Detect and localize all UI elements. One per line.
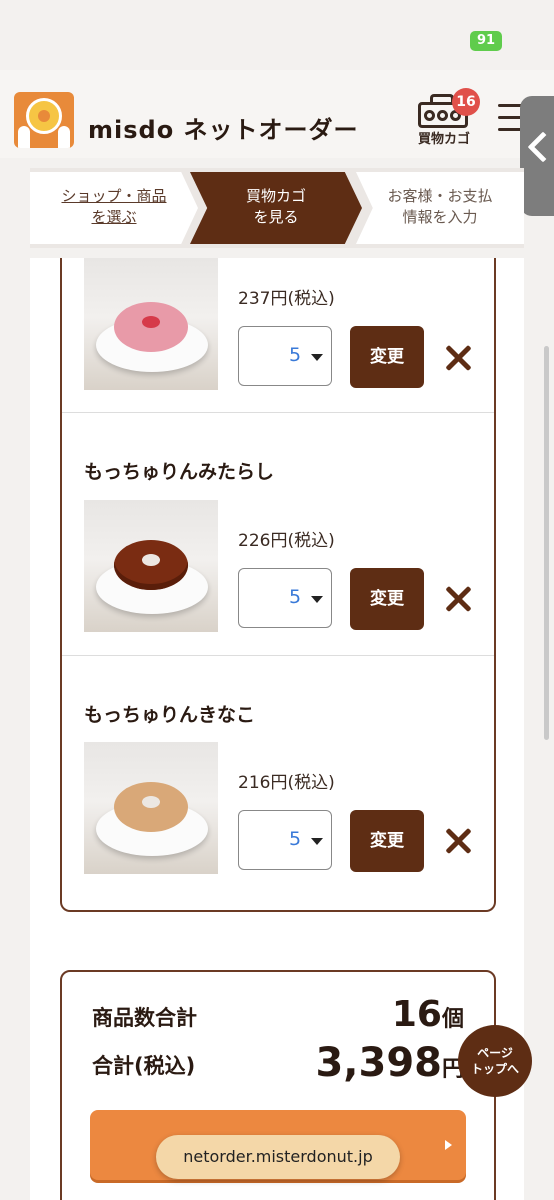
cart-label: 買物カゴ: [417, 132, 470, 147]
dropdown-arrow-icon: [311, 596, 323, 603]
quantity-select[interactable]: 5: [238, 326, 332, 386]
product-image: [84, 742, 218, 874]
quantity-select[interactable]: 5: [238, 810, 332, 870]
item-price: 216円(税込): [238, 773, 335, 793]
cart-item-list: 237円(税込) 5 変更 もっちゅりんみたらし 226円(税込) 5 変更 も…: [60, 258, 496, 912]
url-bar[interactable]: netorder.misterdonut.jp: [156, 1135, 400, 1179]
cart-count-badge: 16: [452, 88, 480, 116]
total-value: 3,398円: [315, 1040, 464, 1086]
item-price: 226円(税込): [238, 531, 335, 551]
status-bar: 91: [0, 0, 554, 70]
remove-item-icon[interactable]: [444, 827, 472, 855]
remove-item-icon[interactable]: [444, 344, 472, 372]
step-view-cart: 買物カゴ を見る: [190, 172, 362, 244]
step-customer-info: お客様・お支払 情報を入力: [356, 172, 524, 244]
total-label: 合計(税込): [92, 1054, 196, 1078]
step-select-shop[interactable]: ショップ・商品 を選ぶ: [30, 172, 198, 244]
site-title: misdo ネットオーダー: [88, 116, 359, 144]
shopping-cart-button[interactable]: 買物カゴ 16: [412, 88, 480, 150]
cart-item: もっちゅりんきなこ 216円(税込) 5 変更: [62, 656, 494, 898]
change-button[interactable]: 変更: [350, 568, 424, 630]
dropdown-arrow-icon: [311, 354, 323, 361]
item-name: もっちゅりんみたらし: [84, 461, 275, 483]
item-price: 237円(税込): [238, 289, 335, 309]
side-panel-handle[interactable]: [520, 96, 554, 216]
cart-item: もっちゅりんみたらし 226円(税込) 5 変更: [62, 413, 494, 655]
page-top-button[interactable]: ページ トップへ: [458, 1025, 532, 1097]
dropdown-arrow-icon: [311, 838, 323, 845]
cart-item: 237円(税込) 5 変更: [62, 258, 494, 412]
arrow-right-icon: [445, 1140, 452, 1150]
product-image: [84, 500, 218, 632]
scrollbar[interactable]: [544, 346, 549, 740]
quantity-select[interactable]: 5: [238, 568, 332, 628]
donut-logo-icon: [26, 98, 62, 134]
order-steps: ショップ・商品 を選ぶ 買物カゴ を見る お客様・お支払 情報を入力: [30, 168, 524, 248]
product-image: [84, 258, 218, 390]
item-name: もっちゅりんきなこ: [84, 704, 256, 726]
item-count-label: 商品数合計: [92, 1006, 197, 1030]
change-button[interactable]: 変更: [350, 810, 424, 872]
remove-item-icon[interactable]: [444, 585, 472, 613]
chevron-left-icon: [527, 131, 554, 163]
item-count-value: 16個: [391, 994, 464, 1035]
site-header: misdo ネットオーダー 買物カゴ 16: [0, 70, 554, 158]
battery-indicator: 91: [470, 31, 502, 51]
change-button[interactable]: 変更: [350, 326, 424, 388]
misdo-logo[interactable]: [14, 92, 74, 148]
